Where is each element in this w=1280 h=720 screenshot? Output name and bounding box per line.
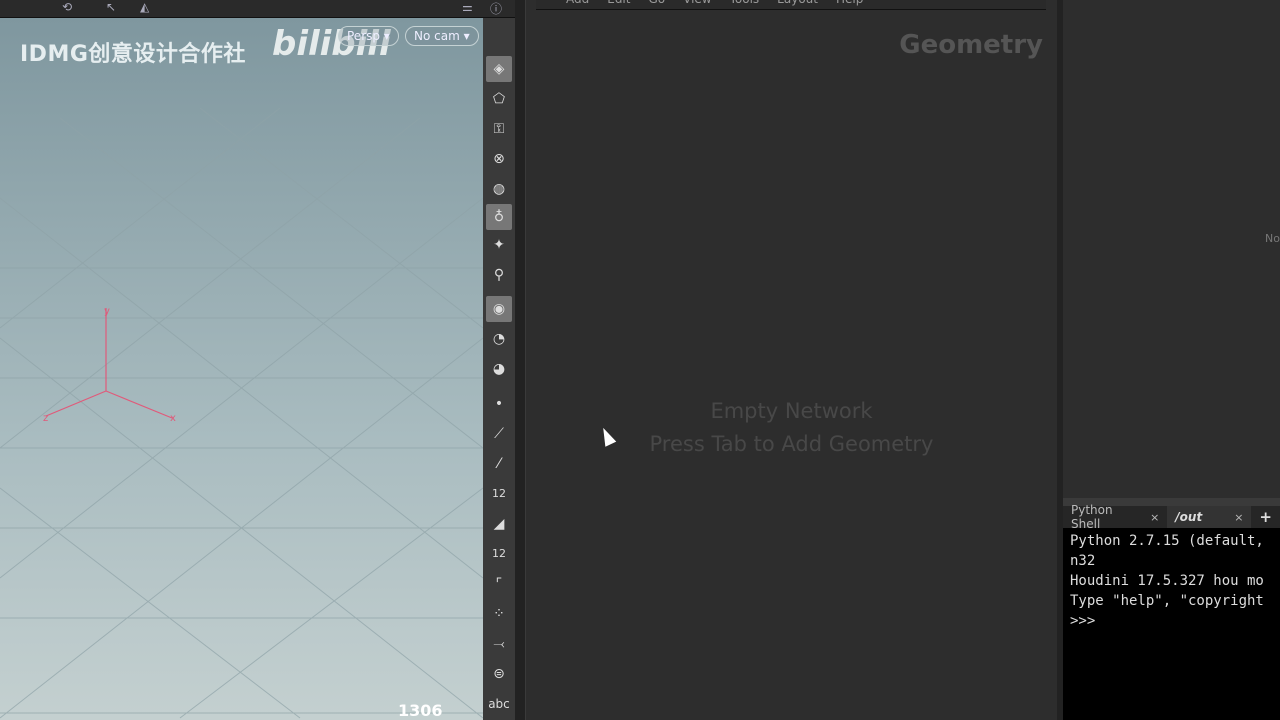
- display-options-icon[interactable]: ⚌: [462, 0, 473, 14]
- camera-menu[interactable]: No cam ▾: [405, 26, 479, 46]
- add-tab-button[interactable]: +: [1251, 506, 1280, 528]
- shading-icon[interactable]: ◍: [486, 176, 512, 202]
- dolly-tool-icon[interactable]: ◭: [140, 0, 149, 14]
- console-line: Python 2.7.15 (default,: [1070, 533, 1264, 549]
- menu-add[interactable]: Add: [566, 0, 589, 9]
- viewport-readout: 1306: [398, 701, 443, 720]
- camera-eye-icon[interactable]: ◔: [486, 326, 512, 352]
- scene-viewport[interactable]: y x z IDMG创意设计合作社 bilibili Persp ▾ No ca…: [0, 18, 483, 720]
- tab-python-shell[interactable]: Python Shell ×: [1063, 503, 1167, 531]
- ambient-icon[interactable]: ⚲: [486, 262, 512, 288]
- point-icon[interactable]: •: [486, 391, 512, 417]
- material-icon[interactable]: ◉: [486, 296, 512, 322]
- headlight-icon[interactable]: ✦: [486, 232, 512, 258]
- parameter-pane: No: [1063, 0, 1280, 498]
- x-axis-label: x: [170, 413, 176, 424]
- menu-go[interactable]: Go: [648, 0, 665, 9]
- empty-title: Empty Network: [710, 399, 873, 423]
- close-icon[interactable]: ×: [1150, 511, 1159, 524]
- normal-icon[interactable]: ⟋: [486, 421, 512, 447]
- menu-view[interactable]: View: [683, 0, 711, 9]
- close-icon[interactable]: ×: [1234, 511, 1243, 524]
- pane-divider[interactable]: [515, 0, 525, 720]
- pan-tool-icon[interactable]: ↖: [106, 0, 116, 14]
- prim-number-icon[interactable]: 12: [486, 541, 512, 567]
- menu-help[interactable]: Help: [836, 0, 863, 9]
- camera-visibility-icon[interactable]: ◕: [486, 356, 512, 382]
- tab-out[interactable]: /out ×: [1167, 506, 1252, 528]
- point-number-icon[interactable]: 12: [486, 481, 512, 507]
- edge-icon[interactable]: ⌜: [486, 571, 512, 597]
- menu-layout[interactable]: Layout: [777, 0, 818, 9]
- z-axis-label: z: [43, 413, 48, 424]
- prim-icon[interactable]: ◢: [486, 511, 512, 537]
- select-display-icon[interactable]: ◈: [486, 56, 512, 82]
- tab-label: Python Shell: [1071, 503, 1113, 531]
- camera-view-menu[interactable]: Persp ▾: [338, 26, 399, 46]
- text-icon[interactable]: abc: [486, 691, 512, 717]
- z-axis: [45, 390, 107, 417]
- watermark-text: IDMG创意设计合作社: [20, 42, 246, 67]
- console-line: Houdini 17.5.327 hou mo: [1070, 573, 1264, 589]
- viewport-toolbar: ⟲ ↖ ◭ ⚌ ⓘ: [0, 0, 515, 18]
- network-editor[interactable]: Add Edit Go View Tools Layout Help Geome…: [525, 0, 1057, 720]
- network-context-label: Geometry: [899, 30, 1043, 60]
- console-line: Type "help", "copyright: [1070, 593, 1264, 609]
- x-axis: [105, 390, 173, 419]
- vertex-normal-icon[interactable]: ⁄: [486, 451, 512, 477]
- tab-label: /out: [1175, 510, 1203, 524]
- menu-tools[interactable]: Tools: [730, 0, 760, 9]
- orbit-tool-icon[interactable]: ⟲: [62, 0, 72, 14]
- shell-tabs: Python Shell × /out × +: [1063, 503, 1280, 531]
- parameter-pane-text: No: [1265, 232, 1280, 245]
- display-toolbar: ◈ ⬠ ⚿ ⊗ ◍ ♁ ✦ ⚲ ◉ ◔ ◕ • ⟋ ⁄ 12 ◢ 12 ⌜ ⁘ …: [483, 18, 515, 720]
- hull-icon[interactable]: ⤙: [486, 631, 512, 657]
- network-menubar: Add Edit Go View Tools Layout Help: [536, 0, 1046, 10]
- background-icon[interactable]: ⊜: [486, 661, 512, 687]
- menu-edit[interactable]: Edit: [607, 0, 630, 9]
- ground-grid: y x z: [0, 107, 483, 719]
- uv-icon[interactable]: ⁘: [486, 601, 512, 627]
- lock-icon[interactable]: ⚿: [486, 116, 512, 142]
- light-icon[interactable]: ♁: [486, 204, 512, 230]
- console-prompt: >>>: [1070, 613, 1096, 629]
- ghost-icon[interactable]: ⊗: [486, 146, 512, 172]
- python-console[interactable]: Python 2.7.15 (default, n32 Houdini 17.5.3…: [1063, 528, 1280, 720]
- console-line: n32: [1070, 553, 1096, 569]
- geometry-icon[interactable]: ⬠: [486, 86, 512, 112]
- y-axis-label: y: [104, 306, 110, 317]
- info-icon[interactable]: ⓘ: [490, 0, 502, 17]
